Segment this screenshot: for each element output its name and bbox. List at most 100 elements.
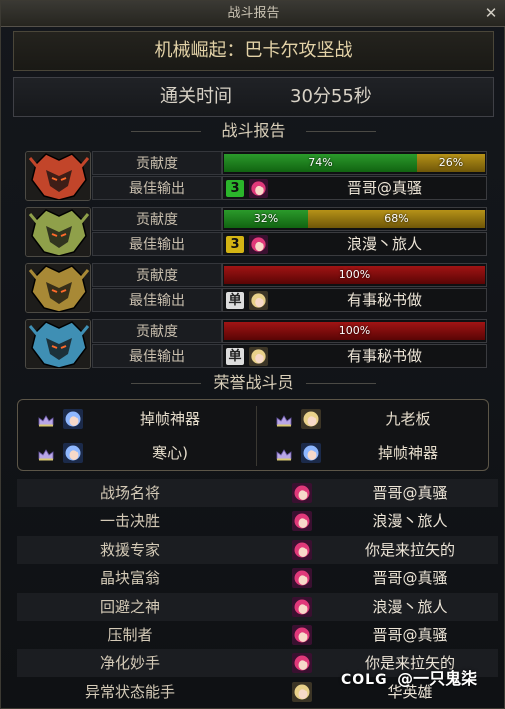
award-player-name: 浪漫丶旅人	[372, 597, 448, 616]
award-title: 晶块富翁	[99, 569, 160, 588]
clear-time-label: 通关时间	[160, 86, 232, 107]
pink-haired-character-icon	[292, 539, 312, 560]
award-player-name: 晋哥@真骚	[372, 569, 448, 588]
honor-panel: 掉帧神器 九老板寒心) 掉帧神器	[17, 399, 489, 471]
blonde-character-icon	[292, 681, 312, 702]
best-output-label: 最佳输出	[92, 232, 222, 256]
contribution-bar: 32% 68%	[222, 207, 487, 231]
award-row: 晶块富翁 晋哥@真骚	[17, 564, 498, 592]
title-bar: 战斗报告 ✕	[1, 1, 505, 27]
honor-player-name: 九老板	[385, 410, 431, 428]
party-badge: 单	[226, 348, 244, 365]
honor-player[interactable]: 掉帧神器	[18, 402, 253, 436]
award-title: 净化妙手	[99, 654, 160, 673]
award-player-name: 你是来拉矢的	[364, 540, 455, 559]
pink-haired-character-icon	[292, 511, 312, 532]
battle-report-window: 战斗报告 ✕ 机械崛起：巴卡尔攻坚战 通关时间 30分55秒 战斗报告 贡献度最…	[0, 0, 505, 709]
honor-player[interactable]: 掉帧神器	[256, 436, 491, 470]
watermark-text: @一只鬼柒	[397, 669, 478, 688]
pink-haired-character-icon	[292, 568, 312, 589]
contribution-bar: 74% 26%	[222, 151, 487, 175]
award-row: 一击决胜 浪漫丶旅人	[17, 507, 498, 535]
window-title: 战斗报告	[227, 6, 280, 21]
green-dragon-helm-icon	[25, 207, 91, 257]
award-row: 战场名将 晋哥@真骚	[17, 479, 498, 507]
crown-icon	[38, 412, 54, 431]
boss-report-row: 贡献度 最佳输出 100% 单 有事秘书做	[25, 319, 487, 369]
best-player-name: 有事秘书做	[346, 291, 422, 309]
contribution-bar: 100%	[222, 263, 487, 287]
contribution-label: 贡献度	[92, 207, 222, 231]
best-output-cell: 单 有事秘书做	[222, 288, 487, 312]
party-badge: 3	[226, 180, 244, 197]
contribution-label: 贡献度	[92, 151, 222, 175]
character-portrait-icon	[249, 347, 268, 366]
award-row: 回避之神 浪漫丶旅人	[17, 592, 498, 621]
best-output-cell: 3 浪漫丶旅人	[222, 232, 487, 256]
contribution-segment: 68%	[308, 210, 485, 228]
award-title: 一击决胜	[99, 512, 160, 531]
honor-player[interactable]: 九老板	[256, 402, 491, 436]
award-title: 压制者	[107, 626, 153, 644]
honor-player-name: 寒心)	[152, 444, 188, 462]
award-player-name: 晋哥@真骚	[372, 626, 448, 644]
award-title: 异常状态能手	[84, 682, 175, 701]
best-player-name: 晋哥@真骚	[346, 179, 422, 197]
blue-dragon-helm-icon	[25, 319, 91, 369]
character-portrait-icon	[249, 235, 268, 254]
honor-player-name: 掉帧神器	[139, 410, 200, 428]
party-badge: 3	[226, 236, 244, 253]
watermark-brand: COLG	[341, 672, 388, 688]
boss-report-row: 贡献度 最佳输出 74% 26% 3 晋哥@真骚	[25, 151, 487, 201]
dungeon-name: 机械崛起：巴卡尔攻坚战	[13, 31, 494, 71]
clear-time-panel: 通关时间 30分55秒	[13, 77, 494, 117]
award-title: 救援专家	[99, 540, 160, 559]
contribution-label: 贡献度	[92, 319, 222, 343]
best-output-label: 最佳输出	[92, 288, 222, 312]
gold-dragon-helm-icon	[25, 263, 91, 313]
honor-player-name: 掉帧神器	[377, 444, 438, 462]
party-badge: 单	[226, 292, 244, 309]
watermark: COLG @一只鬼柒	[341, 667, 477, 691]
crown-icon	[276, 412, 292, 431]
award-title: 战场名将	[99, 484, 160, 502]
contribution-bar: 100%	[222, 319, 487, 343]
blue-haired-character-icon	[63, 409, 83, 429]
blue-haired-character-icon	[63, 443, 83, 463]
red-dragon-helm-icon	[25, 151, 91, 201]
best-output-cell: 单 有事秘书做	[222, 344, 487, 368]
best-output-cell: 3 晋哥@真骚	[222, 176, 487, 200]
honor-section-title: 荣誉战斗员	[1, 371, 505, 395]
contribution-segment: 100%	[224, 322, 485, 340]
contribution-label: 贡献度	[92, 263, 222, 287]
blonde-character-icon	[301, 409, 321, 429]
pink-haired-character-icon	[292, 483, 312, 503]
contribution-segment: 74%	[224, 154, 417, 172]
honor-player[interactable]: 寒心)	[18, 436, 253, 470]
crown-icon	[276, 446, 292, 465]
contribution-segment: 26%	[417, 154, 485, 172]
crown-icon	[38, 446, 54, 465]
close-icon[interactable]: ✕	[482, 3, 500, 23]
blue-haired-character-icon	[301, 443, 321, 463]
report-section-title: 战斗报告	[1, 119, 505, 143]
best-output-label: 最佳输出	[92, 344, 222, 368]
best-player-name: 浪漫丶旅人	[346, 235, 422, 253]
award-row: 救援专家 你是来拉矢的	[17, 535, 498, 564]
character-portrait-icon	[249, 291, 268, 310]
clear-time-value: 30分55秒	[290, 86, 372, 107]
boss-report-row: 贡献度 最佳输出 32% 68% 3 浪漫丶旅人	[25, 207, 487, 257]
pink-haired-character-icon	[292, 625, 312, 645]
award-player-name: 晋哥@真骚	[372, 484, 448, 502]
character-portrait-icon	[249, 179, 268, 198]
best-player-name: 有事秘书做	[346, 347, 422, 365]
award-row: 压制者 晋哥@真骚	[17, 621, 498, 649]
best-output-label: 最佳输出	[92, 176, 222, 200]
pink-haired-character-icon	[292, 596, 312, 617]
pink-haired-character-icon	[292, 653, 312, 674]
contribution-segment: 100%	[224, 266, 485, 284]
contribution-segment: 32%	[224, 210, 308, 228]
award-title: 回避之神	[99, 597, 160, 616]
award-player-name: 浪漫丶旅人	[372, 512, 448, 531]
boss-report-row: 贡献度 最佳输出 100% 单 有事秘书做	[25, 263, 487, 313]
